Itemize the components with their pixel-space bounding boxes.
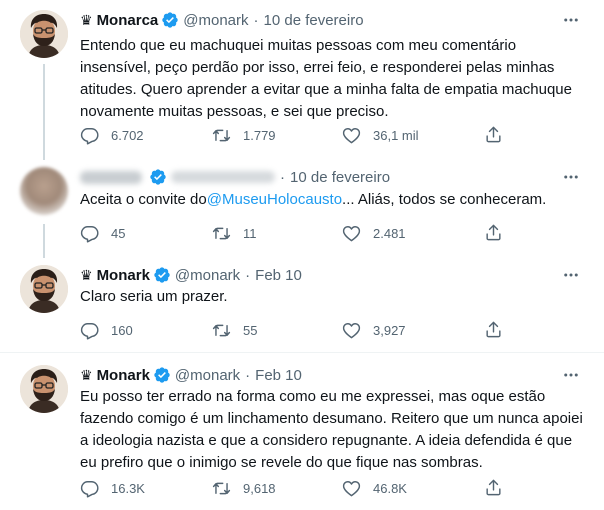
like-count: 3,927 bbox=[373, 322, 406, 338]
tweet-text: Aceita o convite do@MuseuHolocausto... A… bbox=[80, 189, 585, 211]
share-button[interactable] bbox=[484, 478, 503, 497]
tweet-text: Entendo que eu machuquei muitas pessoas … bbox=[80, 37, 572, 120]
handle-blurred[interactable] bbox=[171, 171, 275, 183]
tweet-date[interactable]: Feb 10 bbox=[255, 367, 302, 384]
retweet-count: 9,618 bbox=[243, 480, 276, 496]
tweet-actions: 16.3K 9,618 46.8K bbox=[80, 478, 510, 498]
retweet-icon bbox=[212, 321, 231, 340]
tweet-text: Claro seria um prazer. bbox=[80, 288, 228, 305]
separator-dot: · bbox=[245, 366, 251, 384]
profile-photo-icon bbox=[20, 365, 68, 413]
avatar[interactable] bbox=[20, 265, 68, 313]
tweet-date[interactable]: Feb 10 bbox=[255, 267, 302, 284]
more-options-icon[interactable] bbox=[560, 365, 582, 385]
reply-count: 45 bbox=[111, 225, 126, 241]
tweet-text: Eu posso ter errado na forma como eu me … bbox=[80, 388, 583, 471]
share-icon bbox=[484, 478, 503, 497]
tweet-date[interactable]: 10 de fevereiro bbox=[290, 169, 390, 186]
tweet-date[interactable]: 10 de fevereiro bbox=[264, 12, 364, 29]
tweet-3[interactable]: ♛ Monark @monark · Feb 10 Claro seria um… bbox=[0, 265, 604, 340]
tweet-1[interactable]: ♛ Monarca @monark · 10 de fevereiro Ente… bbox=[0, 10, 604, 150]
avatar-blurred[interactable] bbox=[20, 167, 68, 215]
verified-badge-icon bbox=[149, 168, 167, 186]
like-icon bbox=[342, 479, 361, 498]
reply-button[interactable]: 45 bbox=[80, 223, 125, 243]
retweet-icon bbox=[212, 126, 231, 145]
crown-icon: ♛ bbox=[80, 11, 93, 28]
share-button[interactable] bbox=[484, 223, 503, 242]
tweet-header: ♛ Monark @monark · Feb 10 bbox=[80, 265, 302, 285]
handle[interactable]: @monark bbox=[175, 367, 240, 384]
tweet-divider bbox=[0, 352, 604, 353]
tweet-header: · 10 de fevereiro bbox=[80, 167, 390, 187]
like-button[interactable]: 46.8K bbox=[342, 478, 407, 498]
tweet-text-end: ... Aliás, todos se conheceram. bbox=[342, 191, 547, 208]
retweet-button[interactable]: 11 bbox=[212, 223, 257, 243]
like-icon bbox=[342, 321, 361, 340]
tweet-text-start: Aceita o convite do bbox=[80, 191, 207, 208]
handle[interactable]: @monark bbox=[175, 267, 240, 284]
like-button[interactable]: 2.481 bbox=[342, 223, 406, 243]
like-button[interactable]: 3,927 bbox=[342, 320, 406, 340]
share-button[interactable] bbox=[484, 320, 503, 339]
verified-badge-icon bbox=[161, 11, 179, 29]
profile-photo-icon bbox=[20, 10, 68, 58]
crown-icon: ♛ bbox=[80, 266, 93, 283]
retweet-count: 1.779 bbox=[243, 127, 276, 143]
retweet-button[interactable]: 55 bbox=[212, 320, 257, 340]
share-icon bbox=[484, 320, 503, 339]
separator-dot: · bbox=[253, 11, 259, 29]
tweet-header: ♛ Monark @monark · Feb 10 bbox=[80, 365, 302, 385]
reply-icon bbox=[80, 321, 99, 340]
reply-count: 16.3K bbox=[111, 480, 145, 496]
retweet-button[interactable]: 9,618 bbox=[212, 478, 276, 498]
reply-icon bbox=[80, 224, 99, 243]
tweet-actions: 6.702 1.779 36,1 mil bbox=[80, 125, 510, 145]
reply-count: 160 bbox=[111, 322, 133, 338]
tweet-2[interactable]: · 10 de fevereiro Aceita o convite do@Mu… bbox=[0, 167, 604, 247]
reply-button[interactable]: 6.702 bbox=[80, 125, 144, 145]
avatar[interactable] bbox=[20, 365, 68, 413]
more-options-icon[interactable] bbox=[560, 167, 582, 187]
retweet-button[interactable]: 1.779 bbox=[212, 125, 276, 145]
avatar[interactable] bbox=[20, 10, 68, 58]
display-name[interactable]: Monarca bbox=[97, 12, 159, 29]
separator-dot: · bbox=[280, 168, 285, 186]
tweet-header: ♛ Monarca @monark · 10 de fevereiro bbox=[80, 10, 364, 30]
reply-icon bbox=[80, 126, 99, 145]
display-name-blurred[interactable] bbox=[80, 170, 142, 184]
retweet-icon bbox=[212, 224, 231, 243]
like-count: 46.8K bbox=[373, 480, 407, 496]
display-name[interactable]: Monark bbox=[97, 367, 150, 384]
retweet-icon bbox=[212, 479, 231, 498]
share-icon bbox=[484, 125, 503, 144]
reply-icon bbox=[80, 479, 99, 498]
profile-photo-icon bbox=[20, 265, 68, 313]
like-count: 2.481 bbox=[373, 225, 406, 241]
tweet-actions: 45 11 2.481 bbox=[80, 223, 510, 243]
like-icon bbox=[342, 126, 361, 145]
crown-icon: ♛ bbox=[80, 366, 93, 383]
mention-link[interactable]: @MuseuHolocausto bbox=[207, 191, 342, 208]
separator-dot: · bbox=[245, 266, 251, 284]
tweet-actions: 160 55 3,927 bbox=[80, 320, 510, 340]
handle[interactable]: @monark bbox=[183, 12, 248, 29]
more-options-icon[interactable] bbox=[560, 10, 582, 30]
reply-count: 6.702 bbox=[111, 127, 144, 143]
like-count: 36,1 mil bbox=[373, 127, 419, 143]
reply-button[interactable]: 16.3K bbox=[80, 478, 145, 498]
share-icon bbox=[484, 223, 503, 242]
share-button[interactable] bbox=[484, 125, 503, 144]
tweet-4[interactable]: ♛ Monark @monark · Feb 10 Eu posso ter e… bbox=[0, 365, 604, 500]
verified-badge-icon bbox=[153, 366, 171, 384]
retweet-count: 55 bbox=[243, 322, 258, 338]
like-button[interactable]: 36,1 mil bbox=[342, 125, 419, 145]
retweet-count: 11 bbox=[243, 225, 257, 241]
like-icon bbox=[342, 224, 361, 243]
verified-badge-icon bbox=[153, 266, 171, 284]
more-options-icon[interactable] bbox=[560, 265, 582, 285]
reply-button[interactable]: 160 bbox=[80, 320, 133, 340]
display-name[interactable]: Monark bbox=[97, 267, 150, 284]
